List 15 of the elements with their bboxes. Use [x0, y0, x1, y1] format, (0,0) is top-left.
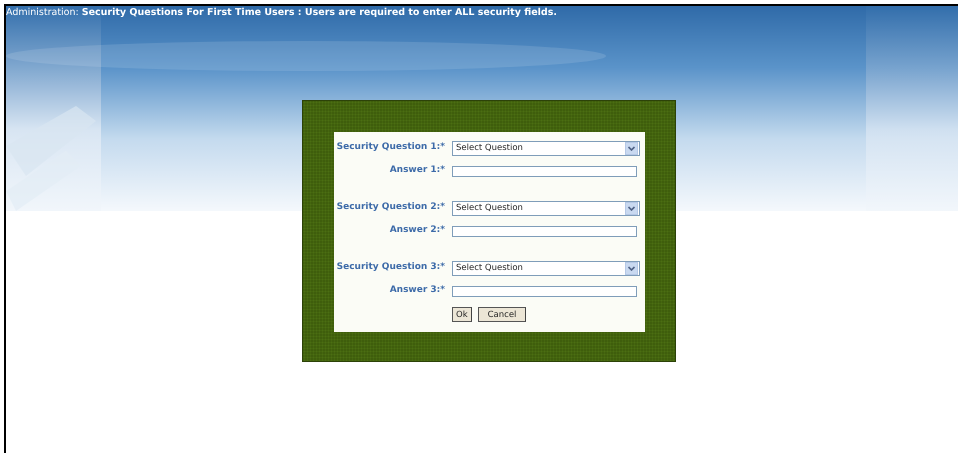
question-select[interactable]: Select Question [452, 260, 640, 276]
question-label: Security Question 2:* [336, 201, 445, 214]
question-label: Security Question 3:* [336, 261, 445, 274]
ok-button[interactable]: Ok [452, 307, 472, 322]
answer-field[interactable] [452, 286, 637, 296]
answer-field[interactable] [452, 226, 637, 236]
question-select[interactable]: Select Question [452, 140, 640, 156]
answer-label: Answer 3:* [388, 284, 445, 298]
answer-field[interactable] [452, 166, 637, 176]
cancel-button[interactable]: Cancel [478, 307, 526, 322]
question-label: Security Question 1:* [336, 141, 445, 154]
question-select[interactable]: Select Question [452, 200, 640, 216]
answer-label: Answer 2:* [388, 224, 445, 238]
answer-label: Answer 1:* [388, 164, 445, 178]
page-title: Administration: Security Questions For First Time Users : Users are required to enter ALL security fields. [6, 6, 558, 19]
